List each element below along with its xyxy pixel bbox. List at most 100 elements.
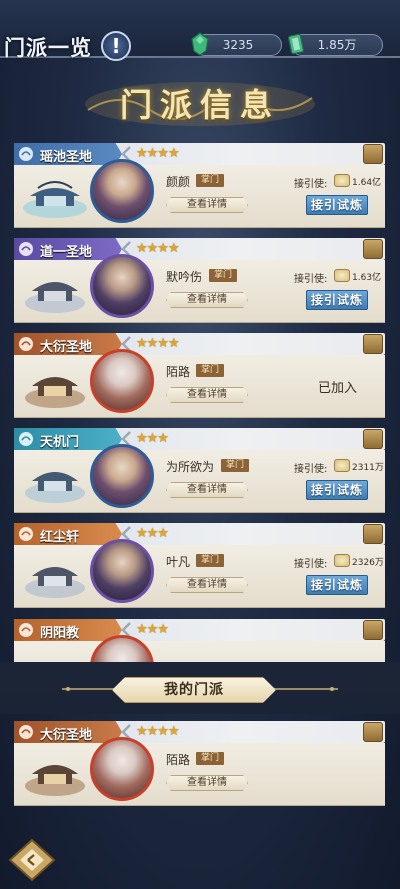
sect-header: 大衍圣地 ★★★★ xyxy=(14,333,385,355)
sect-header: 红尘轩 ★★★ xyxy=(14,523,385,545)
recruit-label: 接引使: xyxy=(294,559,328,570)
leader-tag: 掌门 xyxy=(196,554,224,567)
sect-name-tab: 道一圣地 xyxy=(14,238,122,260)
top-bar: 门派一览 ! 3235 1.85万 xyxy=(0,0,400,61)
sect-emblem-icon xyxy=(19,623,33,637)
view-details-button[interactable]: 查看详情 xyxy=(166,775,248,791)
sect-card[interactable]: 天机门 ★★★ 为所欲为 掌门 查看详情 接引使: 2311万 接引试炼 xyxy=(14,428,385,513)
recruit-label: 接引使: xyxy=(294,464,328,475)
star-rating: ★★★★ xyxy=(136,336,180,351)
sect-body: 颜颜 掌门 查看详情 接引使: 1.64亿 接引试炼 xyxy=(14,159,385,228)
pavilion-icon xyxy=(23,181,87,218)
leader-avatar xyxy=(90,444,154,508)
sect-name-tab: 大衍圣地 xyxy=(14,333,122,355)
sect-name-tab: 天机门 xyxy=(14,428,122,450)
sect-emblem-icon xyxy=(19,242,33,256)
sect-emblem-icon xyxy=(19,147,33,161)
view-details-button[interactable]: 查看详情 xyxy=(166,292,248,308)
back-icon[interactable] xyxy=(6,836,58,884)
view-details-button[interactable]: 查看详情 xyxy=(166,577,248,593)
scroll-icon[interactable] xyxy=(363,524,383,544)
star-rating: ★★★★ xyxy=(136,241,180,256)
info-button[interactable]: ! xyxy=(101,31,131,61)
leader-name: 默吟伤 xyxy=(166,270,203,284)
my-sect-heading: 我的门派 xyxy=(112,677,276,703)
sect-body: 为所欲为 掌门 查看详情 接引使: 2311万 接引试炼 xyxy=(14,444,385,513)
leader-name: 叶凡 xyxy=(166,555,191,569)
pavilion-icon xyxy=(25,472,85,503)
sect-card[interactable]: 红尘轩 ★★★ 叶凡 掌门 查看详情 接引使: 2326万 接引试炼 xyxy=(14,523,385,608)
joined-status: 已加入 xyxy=(318,381,358,396)
scroll-icon[interactable] xyxy=(363,144,383,164)
jade-counter: 3235 xyxy=(191,32,282,56)
leader-name: 陌路 xyxy=(166,753,191,767)
pavilion-icon xyxy=(25,765,85,796)
sect-name-tab: 红尘轩 xyxy=(14,523,122,545)
recruit-value: 1.63亿 xyxy=(352,273,382,283)
sect-emblem-icon xyxy=(19,337,33,351)
sect-card[interactable]: 大衍圣地 ★★★★ 陌路 掌门 查看详情 已加入 xyxy=(14,333,385,418)
leader-tag: 掌门 xyxy=(196,752,224,765)
scroll-icon[interactable] xyxy=(363,239,383,259)
sect-header: 道一圣地 ★★★★ xyxy=(14,238,385,260)
sect-emblem-icon xyxy=(19,725,33,739)
sect-name-tab: 瑶池圣地 xyxy=(14,143,122,165)
leader-tag: 掌门 xyxy=(196,364,224,377)
pavilion-icon xyxy=(25,567,85,598)
star-rating: ★★★ xyxy=(136,431,169,446)
coin-icon xyxy=(334,554,350,567)
recruit-label: 接引使: xyxy=(294,274,328,285)
coin-icon xyxy=(334,459,350,472)
page-title: 门派一览 xyxy=(4,35,92,60)
recruit-value: 1.64亿 xyxy=(352,178,382,188)
scroll-icon[interactable] xyxy=(363,620,383,640)
sect-body: 陌路 掌门 查看详情 已加入 xyxy=(14,349,385,418)
star-rating: ★★★★ xyxy=(136,146,180,161)
view-details-button[interactable]: 查看详情 xyxy=(166,197,248,213)
sect-header: 瑶池圣地 ★★★★ xyxy=(14,143,385,165)
recruit-value: 2311万 xyxy=(352,463,384,473)
recruit-label: 接引使: xyxy=(294,179,328,190)
sect-header: 天机门 ★★★ xyxy=(14,428,385,450)
coin-icon xyxy=(334,269,350,282)
star-rating: ★★★ xyxy=(136,526,169,541)
sect-name-tab: 阴阳教 xyxy=(14,619,122,641)
scroll-icon[interactable] xyxy=(363,429,383,449)
pavilion-icon xyxy=(25,282,85,313)
view-details-button[interactable]: 查看详情 xyxy=(166,387,248,403)
trial-button[interactable]: 接引试炼 xyxy=(306,480,368,500)
trial-button[interactable]: 接引试炼 xyxy=(306,195,368,215)
my-sect-card[interactable]: 大衍圣地 ★★★★ 陌路 掌门 查看详情 xyxy=(14,721,385,806)
pavilion-icon xyxy=(25,377,85,408)
sect-emblem-icon xyxy=(19,432,33,446)
sect-name-tab: 大衍圣地 xyxy=(14,721,122,743)
sect-header: 阴阳教 ★★★ xyxy=(14,619,385,641)
trial-button[interactable]: 接引试炼 xyxy=(306,575,368,595)
coin-icon xyxy=(288,33,304,55)
leader-tag: 掌门 xyxy=(209,269,237,282)
star-rating: ★★★ xyxy=(136,622,169,637)
jade-icon xyxy=(191,32,209,56)
sect-header: 大衍圣地 ★★★★ xyxy=(14,721,385,743)
leader-avatar xyxy=(90,349,154,413)
sect-card[interactable]: 瑶池圣地 ★★★★ 颜颜 掌门 查看详情 接引使: 1.64亿 接引试炼 xyxy=(14,143,385,228)
sect-card[interactable]: 道一圣地 ★★★★ 默吟伤 掌门 查看详情 接引使: 1.63亿 接引试炼 xyxy=(14,238,385,323)
banner-title: 门派信息 xyxy=(119,86,280,124)
leader-tag: 掌门 xyxy=(221,459,249,472)
recruit-value: 2326万 xyxy=(352,558,384,568)
coin-icon xyxy=(334,174,350,187)
leader-avatar xyxy=(90,159,154,223)
leader-name: 陌路 xyxy=(166,365,191,379)
leader-avatar xyxy=(90,737,154,801)
sect-body: 陌路 掌门 查看详情 xyxy=(14,737,385,806)
trial-button[interactable]: 接引试炼 xyxy=(306,290,368,310)
scroll-icon[interactable] xyxy=(363,334,383,354)
star-rating: ★★★★ xyxy=(136,724,180,739)
leader-tag: 掌门 xyxy=(196,174,224,187)
scroll-icon[interactable] xyxy=(363,722,383,742)
sect-body: 叶凡 掌门 查看详情 接引使: 2326万 接引试炼 xyxy=(14,539,385,608)
leader-avatar xyxy=(90,254,154,318)
leader-name: 为所欲为 xyxy=(166,460,215,474)
view-details-button[interactable]: 查看详情 xyxy=(166,482,248,498)
coin-counter: 1.85万 xyxy=(288,33,383,56)
